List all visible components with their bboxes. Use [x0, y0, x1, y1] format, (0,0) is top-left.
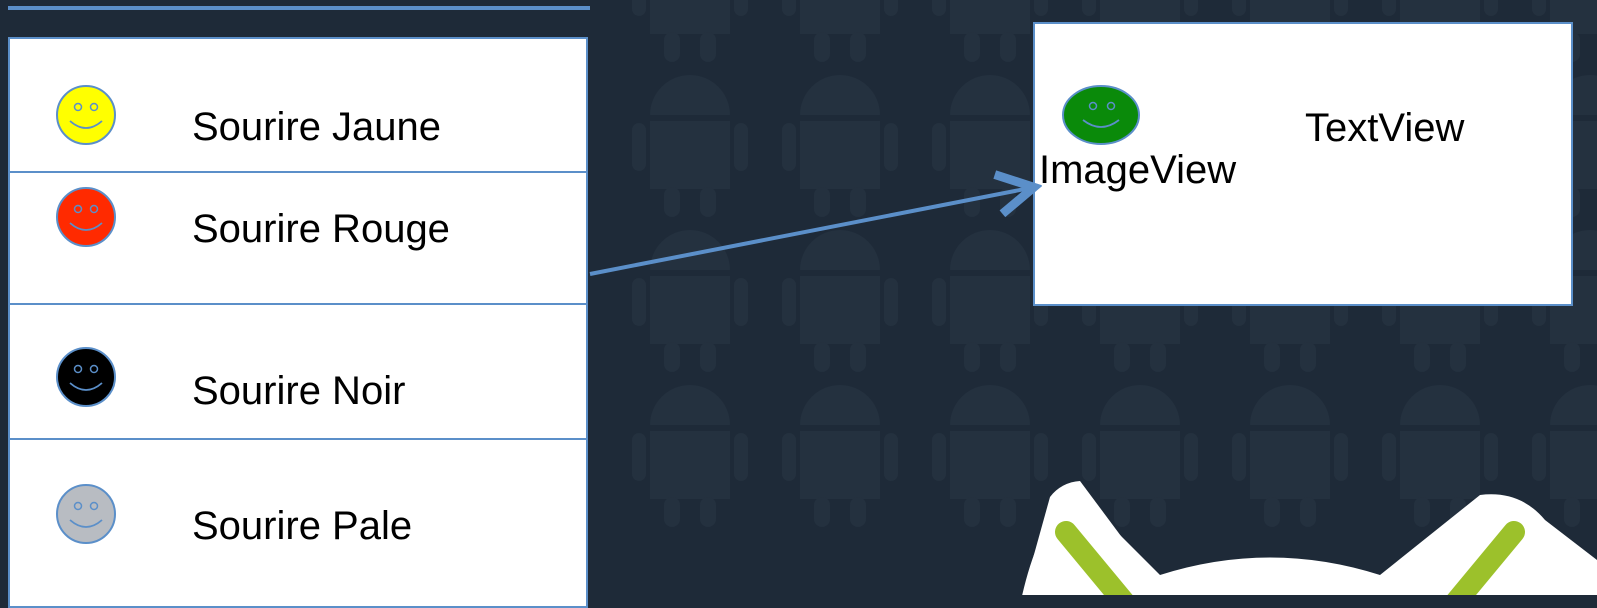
android-pattern-tile	[632, 75, 748, 217]
list-item-label: Sourire Noir	[192, 369, 406, 413]
android-pattern-tile	[782, 75, 898, 217]
smiley-black-icon	[56, 347, 116, 407]
android-pattern-tile	[932, 230, 1048, 372]
list-item-label: Sourire Pale	[192, 504, 413, 548]
list-item-noir[interactable]: Sourire Noir	[8, 303, 588, 440]
android-pattern-tile	[1532, 385, 1597, 527]
list-item-rouge[interactable]: Sourire Rouge	[8, 171, 588, 305]
android-pattern-tile	[632, 230, 748, 372]
android-pattern-tile	[932, 75, 1048, 217]
imageview-label: ImageView	[1039, 148, 1237, 192]
smiley-green-icon	[1062, 85, 1140, 145]
android-pattern-tile	[1382, 385, 1498, 527]
item-layout-box: ImageView TextView	[1033, 22, 1573, 306]
android-pattern-tile	[632, 0, 748, 62]
android-pattern-tile	[782, 230, 898, 372]
android-pattern-tile	[932, 385, 1048, 527]
smiley-pale-icon	[56, 484, 116, 544]
android-pattern-tile	[1082, 385, 1198, 527]
list-item-label: Sourire Jaune	[192, 105, 442, 149]
list-item-jaune[interactable]: Sourire Jaune	[8, 37, 588, 173]
android-pattern-tile	[932, 0, 1048, 62]
android-pattern-tile	[1232, 385, 1348, 527]
android-pattern-tile	[782, 385, 898, 527]
textview-label: TextView	[1305, 106, 1465, 150]
smiley-red-icon	[56, 187, 116, 247]
smiley-yellow-icon	[56, 85, 116, 145]
list-top-border	[8, 6, 590, 10]
list-item-pale[interactable]: Sourire Pale	[8, 438, 588, 608]
list-item-label: Sourire Rouge	[192, 207, 450, 251]
android-pattern-tile	[632, 385, 748, 527]
android-pattern-tile	[782, 0, 898, 62]
